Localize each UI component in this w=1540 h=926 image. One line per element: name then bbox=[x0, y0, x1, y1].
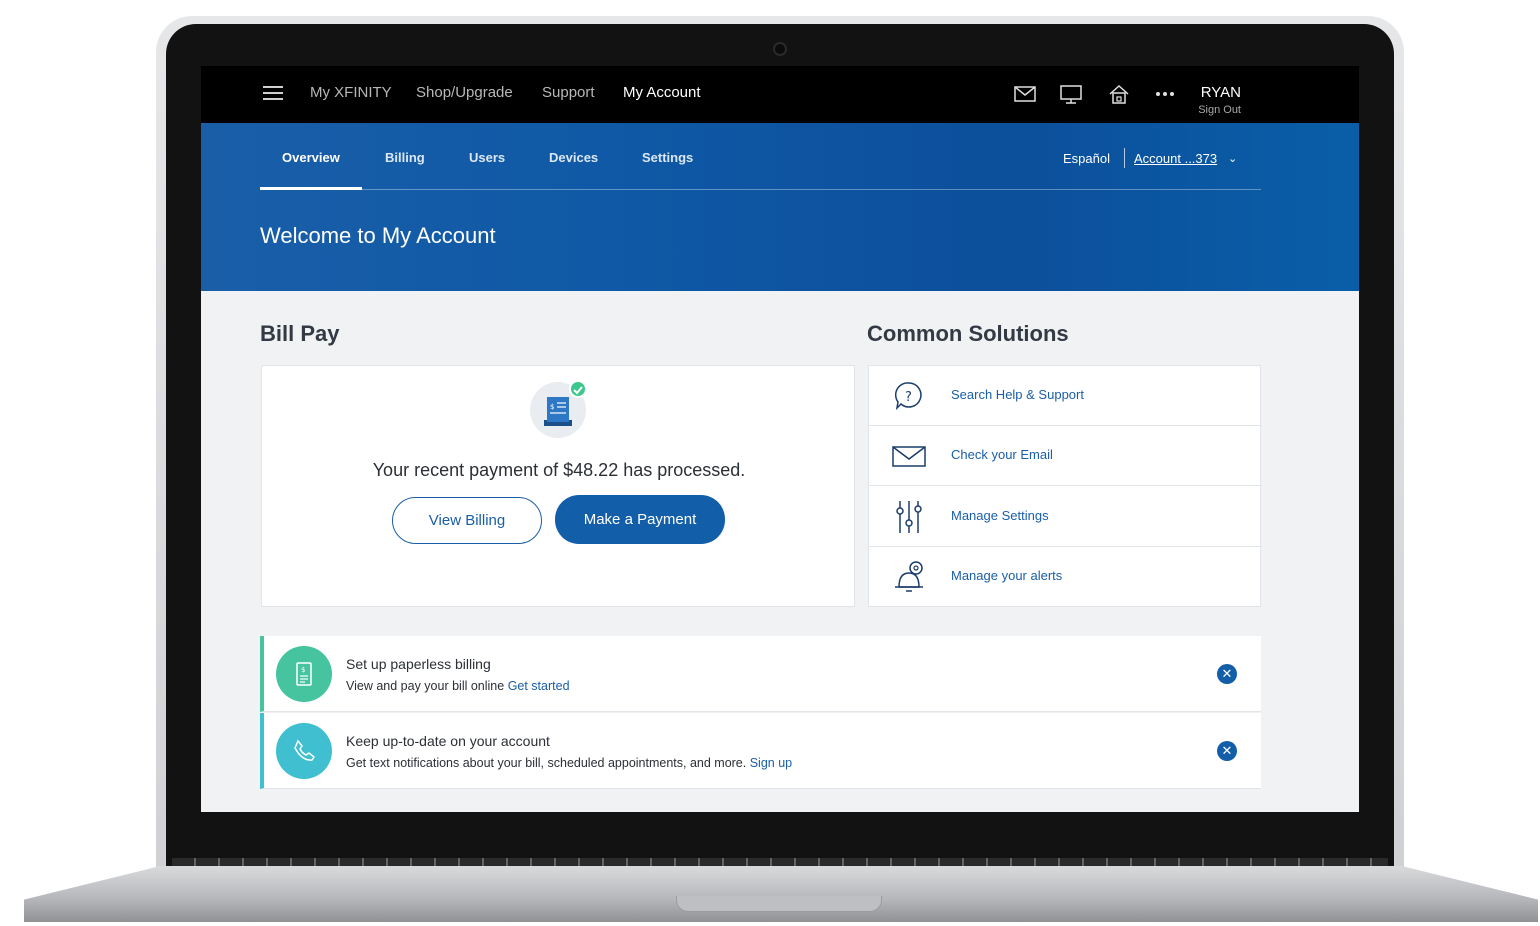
mail-icon[interactable] bbox=[1013, 83, 1037, 105]
tab-devices[interactable]: Devices bbox=[549, 150, 598, 165]
webcam bbox=[773, 42, 787, 56]
bill-pay-card: $ Your recent payment of $48.22 has proc… bbox=[261, 365, 855, 607]
active-tab-indicator bbox=[260, 187, 362, 190]
tab-billing[interactable]: Billing bbox=[385, 150, 425, 165]
notification-text: Get text notifications about your bill, … bbox=[346, 756, 747, 770]
svg-text:$: $ bbox=[301, 666, 305, 674]
svg-text:$: $ bbox=[550, 403, 554, 411]
phone-icon bbox=[276, 723, 332, 779]
get-started-link[interactable]: Get started bbox=[508, 679, 570, 693]
nav-link-support[interactable]: Support bbox=[542, 84, 595, 101]
tv-icon[interactable] bbox=[1059, 83, 1083, 105]
common-solutions-title: Common Solutions bbox=[867, 321, 1069, 346]
payment-status-message: Your recent payment of $48.22 has proces… bbox=[372, 460, 746, 480]
solution-label: Check your Email bbox=[951, 447, 1053, 462]
solution-manage-alerts[interactable]: Manage your alerts bbox=[869, 547, 1262, 607]
close-icon[interactable]: ✕ bbox=[1217, 741, 1237, 761]
tab-divider bbox=[260, 189, 1261, 190]
solution-search-help[interactable]: ? Search Help & Support bbox=[869, 366, 1262, 426]
help-bubble-icon: ? bbox=[891, 378, 927, 414]
envelope-icon bbox=[891, 438, 927, 474]
chevron-down-icon[interactable]: ⌄ bbox=[1228, 152, 1237, 165]
notification-body: View and pay your bill online Get starte… bbox=[346, 679, 570, 693]
nav-link-my-xfinity[interactable]: My XFINITY bbox=[310, 84, 392, 101]
sign-up-link[interactable]: Sign up bbox=[750, 756, 792, 770]
browser-screen: My XFINITY Shop/Upgrade Support My Accou… bbox=[201, 66, 1359, 812]
account-selector[interactable]: Account ...373 bbox=[1134, 151, 1217, 166]
alert-bell-icon bbox=[891, 559, 927, 595]
close-icon[interactable]: ✕ bbox=[1217, 664, 1237, 684]
notification-text: View and pay your bill online bbox=[346, 679, 505, 693]
make-payment-button[interactable]: Make a Payment bbox=[555, 495, 725, 544]
laptop-base-notch bbox=[676, 896, 882, 912]
account-header: Overview Billing Users Devices Settings … bbox=[201, 123, 1359, 291]
svg-text:?: ? bbox=[905, 390, 912, 405]
nav-link-my-account[interactable]: My Account bbox=[623, 84, 701, 101]
notification-paperless-billing: $ Set up paperless billing View and pay … bbox=[260, 636, 1261, 712]
solution-manage-settings[interactable]: Manage Settings bbox=[869, 487, 1262, 547]
solution-label: Search Help & Support bbox=[951, 387, 1084, 402]
top-navigation: My XFINITY Shop/Upgrade Support My Accou… bbox=[201, 66, 1359, 123]
laptop-base bbox=[24, 866, 1538, 922]
language-toggle[interactable]: Español bbox=[1063, 151, 1110, 166]
view-billing-button[interactable]: View Billing bbox=[392, 497, 542, 544]
notification-body: Get text notifications about your bill, … bbox=[346, 756, 792, 770]
solution-label: Manage Settings bbox=[951, 508, 1049, 523]
tab-overview[interactable]: Overview bbox=[282, 150, 340, 165]
notification-title: Keep up-to-date on your account bbox=[346, 733, 550, 749]
nav-link-shop-upgrade[interactable]: Shop/Upgrade bbox=[416, 84, 513, 101]
user-name: RYAN bbox=[1200, 84, 1241, 101]
hamburger-menu-icon[interactable] bbox=[263, 86, 283, 100]
sliders-icon bbox=[891, 499, 927, 535]
tab-users[interactable]: Users bbox=[469, 150, 505, 165]
paperless-bill-icon: $ bbox=[276, 646, 332, 702]
solution-check-email[interactable]: Check your Email bbox=[869, 426, 1262, 486]
bill-pay-title: Bill Pay bbox=[260, 321, 340, 346]
sign-out-link[interactable]: Sign Out bbox=[1161, 104, 1241, 116]
home-icon[interactable] bbox=[1107, 83, 1131, 105]
page-title: Welcome to My Account bbox=[260, 223, 496, 248]
notification-title: Set up paperless billing bbox=[346, 656, 491, 672]
notification-text-alerts: Keep up-to-date on your account Get text… bbox=[260, 713, 1261, 789]
solution-label: Manage your alerts bbox=[951, 568, 1063, 583]
check-icon bbox=[569, 380, 587, 398]
common-solutions-card: ? Search Help & Support Check your Email… bbox=[868, 365, 1262, 607]
tab-settings[interactable]: Settings bbox=[642, 150, 693, 165]
divider bbox=[1124, 148, 1125, 168]
